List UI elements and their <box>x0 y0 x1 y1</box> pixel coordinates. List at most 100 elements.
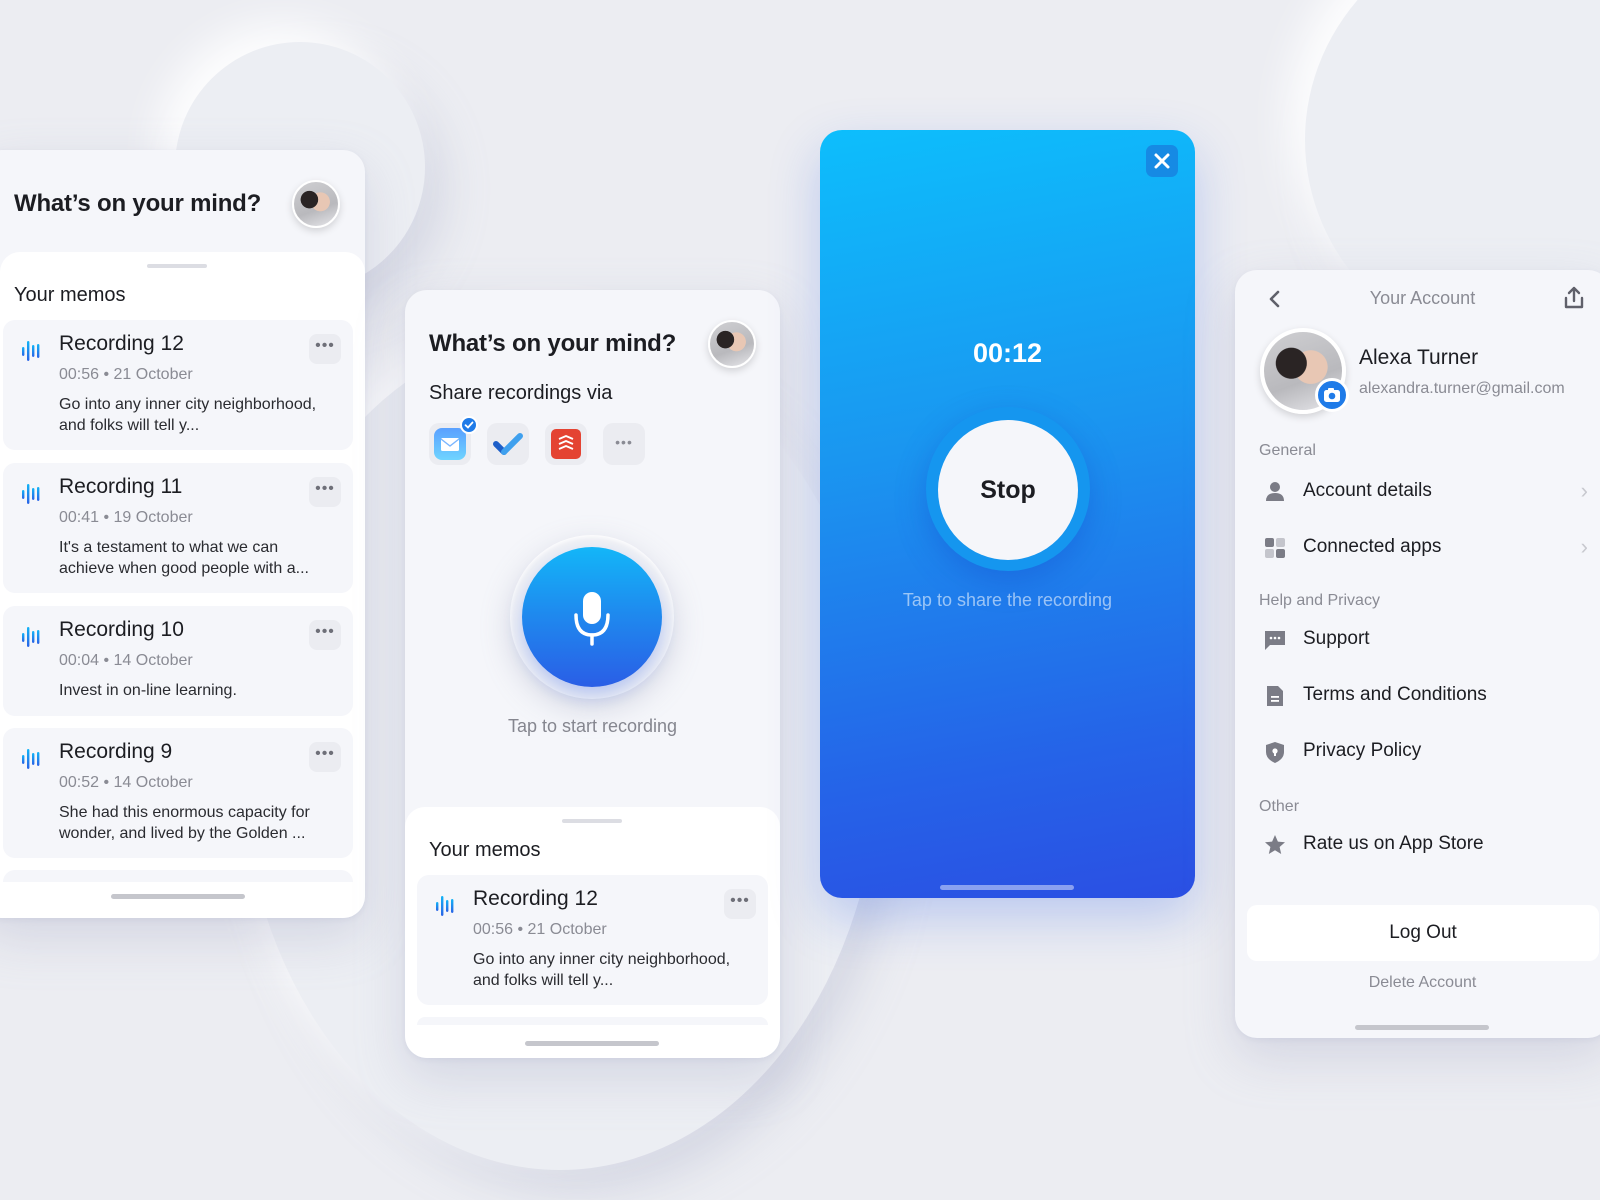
menu-item-privacy-policy[interactable]: Privacy Policy <box>1235 732 1600 772</box>
document-icon <box>1267 686 1283 706</box>
memo-meta: 00:56 • 21 October <box>473 921 607 938</box>
share-icon <box>1564 286 1584 309</box>
memo-name: Recording 12 <box>473 887 598 910</box>
memo-meta: 00:41 • 19 October <box>59 509 193 526</box>
waveform-icon <box>436 896 454 916</box>
page-title: What’s on your mind? <box>14 190 262 217</box>
menu-item-account-details[interactable]: Account details › <box>1235 472 1600 512</box>
memo-description: She had this enormous capacity for wonde… <box>59 804 310 842</box>
record-hint: Tap to start recording <box>507 716 678 736</box>
todoist-icon <box>551 429 581 459</box>
mail-app-button[interactable] <box>429 416 478 465</box>
recording-screen: 00:12 Stop Tap to share the recording <box>820 130 1195 898</box>
person-icon <box>1266 482 1284 501</box>
waveform-icon <box>22 341 40 361</box>
memo-meta: 00:04 • 14 October <box>59 652 193 669</box>
microsoft-todo-app-button[interactable] <box>487 423 529 465</box>
waveform-icon <box>22 749 40 769</box>
user-name: Alexa Turner <box>1359 346 1479 369</box>
waveform-icon <box>22 484 40 504</box>
menu-item-connected-apps[interactable]: Connected apps › <box>1235 528 1600 568</box>
menu-item-label: Account details <box>1303 480 1432 501</box>
home-indicator <box>525 1041 659 1046</box>
more-options-button[interactable]: ••• <box>309 477 341 507</box>
memo-name: Recording 12 <box>59 332 184 355</box>
record-home-screen: What’s on your mind? Share recordings vi… <box>405 290 780 1058</box>
memos-title: Your memos <box>429 839 541 861</box>
waveform-icon <box>22 627 40 647</box>
memo-card[interactable]: Recording 12 00:56 • 21 October Go into … <box>417 875 768 1005</box>
memo-description: It's a testament to what we can achieve … <box>59 539 309 577</box>
memo-name: Recording 9 <box>59 740 173 763</box>
menu-item-rate-app[interactable]: Rate us on App Store <box>1235 825 1600 865</box>
header-title: Your Account <box>1369 288 1476 308</box>
menu-item-label: Support <box>1303 628 1370 649</box>
more-apps-button[interactable]: ••• <box>603 423 645 465</box>
home-indicator <box>111 894 245 899</box>
chevron-right-icon: › <box>1580 478 1588 503</box>
more-options-button[interactable]: ••• <box>309 620 341 650</box>
memos-sheet: Your memos Recording 12 00:56 • 21 Octob… <box>0 252 365 918</box>
grid-icon <box>1265 538 1285 558</box>
home-indicator <box>1355 1025 1489 1030</box>
more-options-button[interactable]: ••• <box>724 889 756 919</box>
sheet-grabber[interactable] <box>147 264 207 268</box>
memo-description: Invest in on-line learning. <box>59 682 237 699</box>
recording-timer: 00:12 <box>972 338 1043 368</box>
group-label-help-privacy: Help and Privacy <box>1259 592 1380 609</box>
stop-button[interactable]: Stop <box>938 420 1078 560</box>
memo-card-partial[interactable] <box>3 870 353 882</box>
share-hint: Tap to share the recording <box>902 590 1113 610</box>
memos-sheet: Your memos Recording 12 00:56 • 21 Octob… <box>405 807 780 1058</box>
chat-bubble-icon <box>1265 631 1285 650</box>
memo-card[interactable]: Recording 9 00:52 • 14 October She had t… <box>3 728 353 858</box>
memo-description: Go into any inner city neighborhood, and… <box>473 951 731 989</box>
memo-card[interactable]: Recording 10 00:04 • 14 October Invest i… <box>3 606 353 716</box>
delete-account-link[interactable]: Delete Account <box>1235 974 1600 992</box>
menu-item-label: Rate us on App Store <box>1303 833 1484 854</box>
checkmark-icon <box>493 433 523 455</box>
memo-card[interactable]: Recording 12 00:56 • 21 October Go into … <box>3 320 353 450</box>
home-indicator <box>940 885 1074 890</box>
ellipsis-icon: ••• <box>615 434 633 450</box>
share-label: Share recordings via <box>429 382 613 404</box>
record-button[interactable] <box>522 547 662 687</box>
memo-name: Recording 11 <box>59 475 183 498</box>
logout-label: Log Out <box>1389 922 1457 943</box>
camera-icon <box>1324 388 1340 402</box>
microphone-icon <box>574 592 610 646</box>
memo-name: Recording 10 <box>59 618 184 641</box>
stop-label: Stop <box>980 476 1036 504</box>
menu-item-terms[interactable]: Terms and Conditions <box>1235 676 1600 716</box>
memo-description: Go into any inner city neighborhood, and… <box>59 396 317 434</box>
logout-button[interactable]: Log Out <box>1247 905 1599 961</box>
memo-meta: 00:52 • 14 October <box>59 774 193 791</box>
sheet-grabber[interactable] <box>562 819 622 823</box>
change-photo-button[interactable] <box>1315 378 1349 412</box>
memo-card-partial[interactable] <box>417 1017 768 1025</box>
menu-item-label: Connected apps <box>1303 536 1442 557</box>
avatar[interactable] <box>708 320 756 368</box>
star-icon <box>1265 835 1285 854</box>
close-button[interactable] <box>1146 145 1178 177</box>
todoist-app-button[interactable] <box>545 423 587 465</box>
memos-title: Your memos <box>14 284 126 306</box>
page-title: What’s on your mind? <box>429 330 677 357</box>
avatar[interactable] <box>292 180 340 228</box>
user-email: alexandra.turner@gmail.com <box>1359 380 1565 397</box>
shield-icon <box>1266 742 1284 763</box>
group-label-general: General <box>1259 442 1316 459</box>
memo-meta: 00:56 • 21 October <box>59 366 193 383</box>
chevron-right-icon: › <box>1580 534 1588 559</box>
account-screen: Your Account Alexa Turner alexandra.turn… <box>1235 270 1600 1038</box>
menu-item-support[interactable]: Support <box>1235 620 1600 660</box>
more-options-button[interactable]: ••• <box>309 334 341 364</box>
share-button[interactable] <box>1561 284 1587 312</box>
selected-check-icon <box>460 416 478 434</box>
menu-item-label: Privacy Policy <box>1303 740 1422 761</box>
more-options-button[interactable]: ••• <box>309 742 341 772</box>
memo-list-screen: What’s on your mind? Your memos Recordin… <box>0 150 365 918</box>
memo-card[interactable]: Recording 11 00:41 • 19 October It's a t… <box>3 463 353 593</box>
group-label-other: Other <box>1259 798 1300 815</box>
menu-item-label: Terms and Conditions <box>1303 684 1487 705</box>
